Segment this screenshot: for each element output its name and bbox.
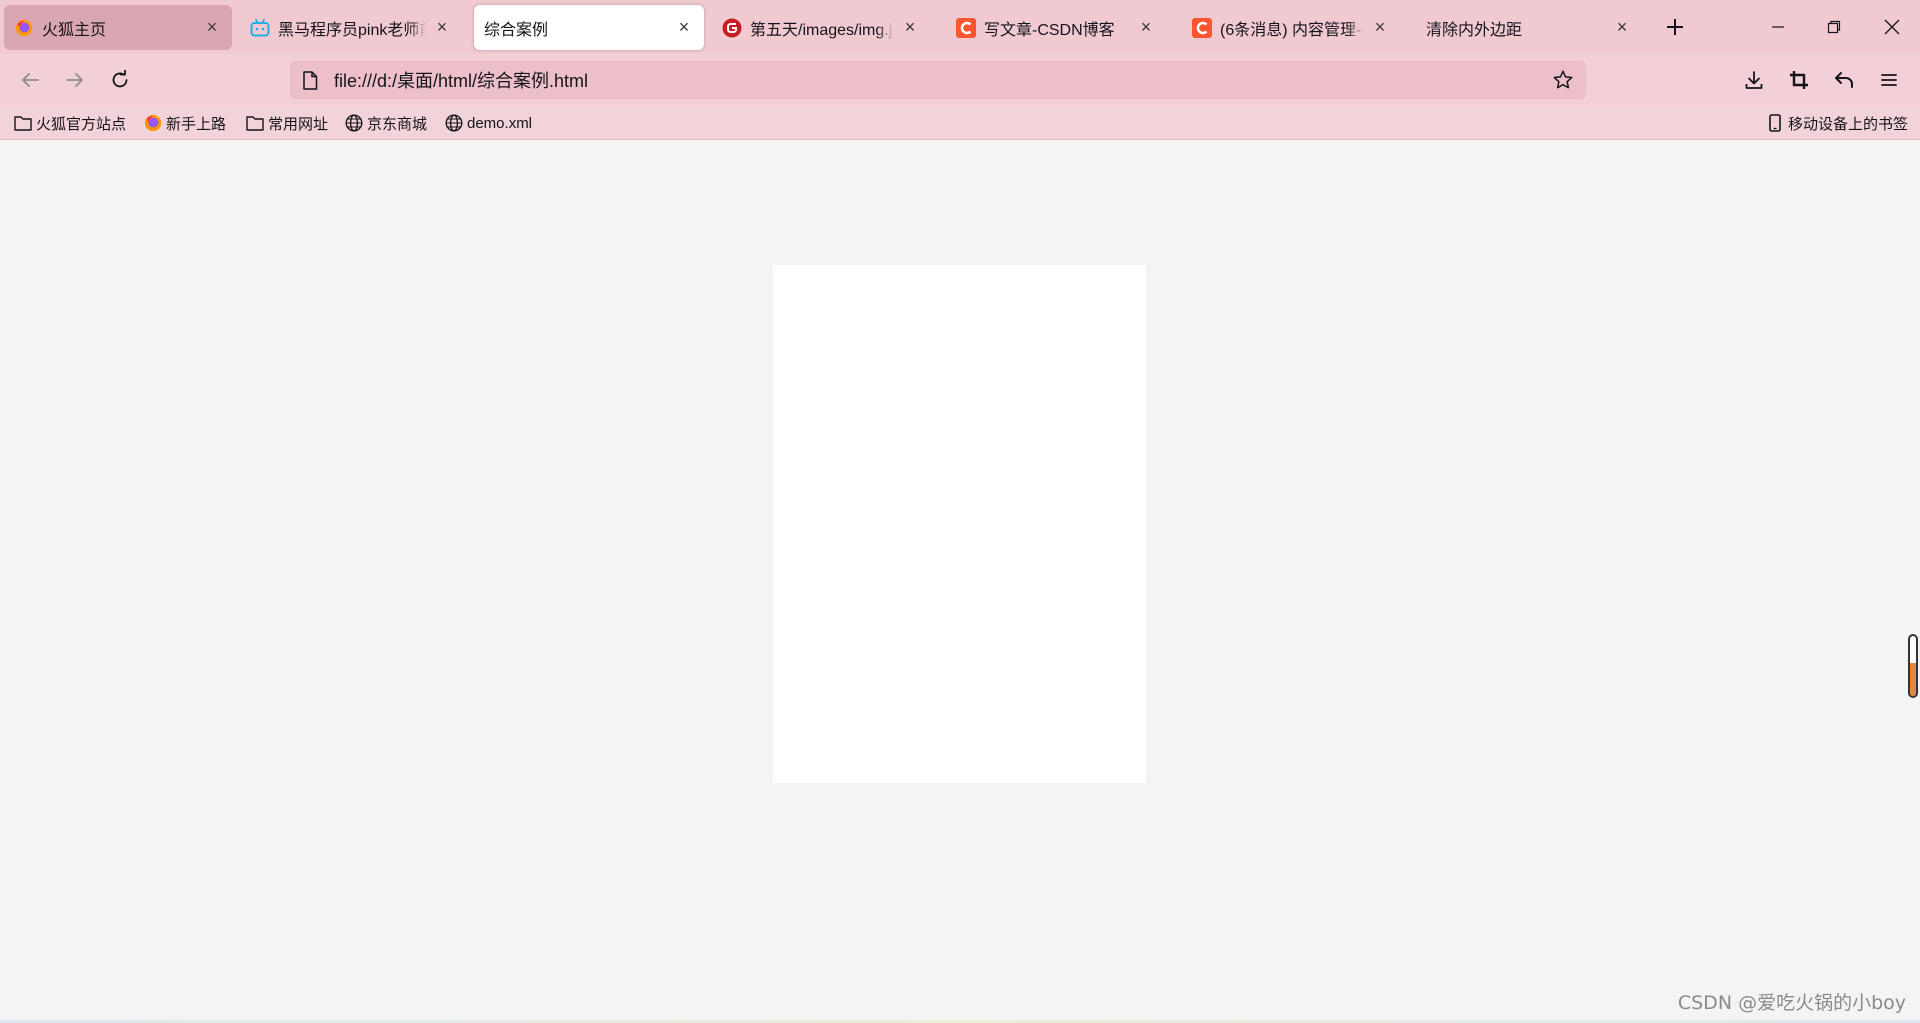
close-icon[interactable]: × xyxy=(202,17,222,38)
back-button[interactable] xyxy=(12,62,48,98)
folder-icon xyxy=(246,114,264,132)
bookmark-label: demo.xml xyxy=(467,114,533,132)
tab-title: 清除内外边距 xyxy=(1426,21,1523,39)
bookmark-common-sites[interactable]: 常用网址 xyxy=(246,112,328,134)
scroll-indicator[interactable] xyxy=(1908,634,1918,698)
bookmark-firefox-official[interactable]: 火狐官方站点 xyxy=(14,112,126,134)
tab-title: (6条消息) 内容管理-CSDN xyxy=(1220,21,1364,39)
scroll-indicator-fill xyxy=(1910,663,1916,696)
mobile-bookmarks[interactable]: 移动设备上的书签 xyxy=(1766,112,1908,134)
address-bar[interactable]: file:///d:/桌面/html/综合案例.html xyxy=(290,61,1586,99)
restore-icon xyxy=(1827,20,1841,34)
plus-icon xyxy=(1667,19,1683,35)
firefox-icon xyxy=(144,114,162,132)
arrow-right-icon xyxy=(66,73,83,87)
globe-icon xyxy=(345,114,363,132)
reload-icon xyxy=(112,70,128,88)
tab-title: 黑马程序员pink老师前端 xyxy=(278,21,426,39)
menu-button[interactable] xyxy=(1871,62,1907,98)
tab-clear-margins[interactable]: 清除内外边距 × xyxy=(1416,5,1642,50)
close-icon[interactable]: × xyxy=(900,17,920,38)
download-icon xyxy=(1745,71,1763,89)
tab-csdn-manage[interactable]: (6条消息) 内容管理-CSDN × xyxy=(1182,5,1400,50)
close-icon[interactable]: × xyxy=(1612,17,1632,38)
minimize-button[interactable] xyxy=(1758,8,1798,46)
star-icon xyxy=(1553,70,1573,89)
csdn-watermark: CSDN @爱吃火锅的小boy xyxy=(1677,992,1906,1014)
forward-button[interactable] xyxy=(57,62,93,98)
tab-selected[interactable]: 综合案例 × xyxy=(474,5,704,50)
tab-title: 第五天/images/img.jpg xyxy=(750,21,894,39)
reload-button[interactable] xyxy=(102,62,138,98)
tab-gitee[interactable]: 第五天/images/img.jpg × xyxy=(712,5,930,50)
minimize-icon xyxy=(1772,26,1784,28)
screenshot-button[interactable] xyxy=(1781,62,1817,98)
close-icon xyxy=(1884,19,1900,35)
close-window-button[interactable] xyxy=(1872,8,1912,46)
close-icon[interactable]: × xyxy=(674,17,694,38)
bookmark-label: 常用网址 xyxy=(268,115,329,133)
tab-strip: 火狐主页 × 黑马程序员pink老师前端 × 综合案例 × 第五天/images… xyxy=(0,0,1920,54)
undo-button[interactable] xyxy=(1826,62,1862,98)
hamburger-menu-icon xyxy=(1881,74,1897,86)
bookmarks-toolbar: 火狐官方站点 新手上路 常用网址 京东商城 demo.xml 移动设备上的书签 xyxy=(0,106,1920,140)
bookmark-label: 移动设备上的书签 xyxy=(1788,115,1909,133)
close-icon[interactable]: × xyxy=(1370,17,1390,38)
bookmark-label: 京东商城 xyxy=(367,115,428,133)
bookmark-star-button[interactable] xyxy=(1548,65,1578,95)
crop-icon xyxy=(1790,71,1808,89)
white-content-box xyxy=(773,265,1146,783)
tab-firefox-home[interactable]: 火狐主页 × xyxy=(4,5,232,50)
close-icon[interactable]: × xyxy=(432,17,452,38)
globe-icon xyxy=(445,114,463,132)
bookmark-demo-xml[interactable]: demo.xml xyxy=(445,112,532,134)
bilibili-icon xyxy=(250,18,270,38)
bookmark-label: 新手上路 xyxy=(166,115,227,133)
mobile-phone-icon xyxy=(1766,114,1784,132)
page-content xyxy=(0,141,1920,1023)
csdn-icon xyxy=(1192,17,1212,38)
tab-bilibili[interactable]: 黑马程序员pink老师前端 × xyxy=(240,5,462,50)
page-icon xyxy=(300,70,320,90)
bookmark-label: 火狐官方站点 xyxy=(36,115,127,133)
new-tab-button[interactable] xyxy=(1660,12,1690,42)
close-icon[interactable]: × xyxy=(1136,17,1156,38)
csdn-icon xyxy=(956,17,976,38)
tab-title: 火狐主页 xyxy=(42,21,107,39)
bookmark-jd-mall[interactable]: 京东商城 xyxy=(345,112,427,134)
tab-title: 综合案例 xyxy=(484,21,549,39)
navigation-toolbar: file:///d:/桌面/html/综合案例.html xyxy=(0,54,1920,106)
restore-button[interactable] xyxy=(1814,8,1854,46)
downloads-button[interactable] xyxy=(1736,62,1772,98)
bookmark-getting-started[interactable]: 新手上路 xyxy=(144,112,226,134)
firefox-icon xyxy=(14,18,34,38)
tab-title: 写文章-CSDN博客 xyxy=(984,21,1115,39)
url-text[interactable]: file:///d:/桌面/html/综合案例.html xyxy=(334,67,1548,93)
undo-icon xyxy=(1835,72,1853,88)
folder-icon xyxy=(14,114,32,132)
arrow-left-icon xyxy=(22,73,39,87)
gitee-icon xyxy=(722,18,742,38)
tab-csdn-write[interactable]: 写文章-CSDN博客 × xyxy=(946,5,1166,50)
